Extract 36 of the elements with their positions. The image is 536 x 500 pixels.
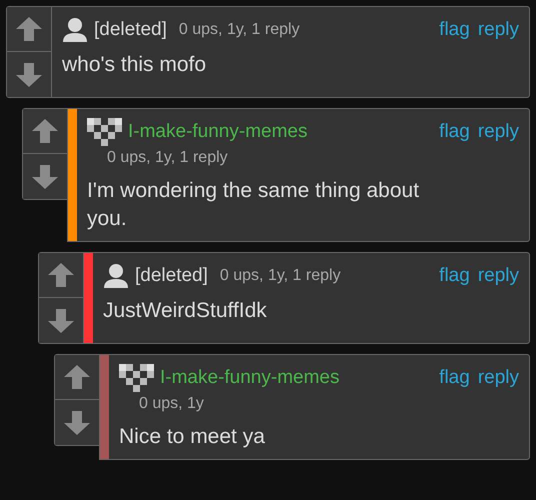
comment-meta: 0 ups, 1y xyxy=(139,395,204,412)
username[interactable]: I-make-funny-memes xyxy=(128,121,308,143)
action-link[interactable]: flag xyxy=(439,121,470,143)
pixel-heart-icon xyxy=(87,118,122,146)
username: [deleted] xyxy=(94,19,167,41)
down-arrow-icon xyxy=(16,62,42,86)
comment-text: Nice to meet ya xyxy=(119,424,266,450)
action-link[interactable]: reply xyxy=(478,121,519,143)
action-link[interactable]: flag xyxy=(439,265,470,287)
username: [deleted] xyxy=(135,265,208,287)
person-icon xyxy=(62,17,88,43)
down-arrow-icon xyxy=(32,164,58,188)
upvote-button[interactable] xyxy=(39,253,83,298)
comment-text: I'm wondering the same thing about you. xyxy=(87,178,420,232)
up-arrow-icon xyxy=(16,17,42,41)
up-arrow-icon xyxy=(64,365,90,389)
upvote-button[interactable] xyxy=(55,355,99,400)
username[interactable]: I-make-funny-memes xyxy=(160,367,340,389)
person-icon xyxy=(103,263,129,289)
pixel-heart-icon xyxy=(119,364,154,392)
down-arrow-icon xyxy=(48,308,74,332)
action-link[interactable]: flag xyxy=(439,367,470,389)
comment-text: who's this mofo xyxy=(62,52,208,78)
comment-meta: 0 ups, 1y, 1 reply xyxy=(178,21,300,39)
action-link[interactable]: reply xyxy=(478,265,519,287)
down-arrow-icon xyxy=(64,410,90,434)
up-arrow-icon xyxy=(48,263,74,287)
action-link[interactable]: reply xyxy=(478,19,519,41)
comment-meta: 0 ups, 1y, 1 reply xyxy=(220,267,341,285)
upvote-button[interactable] xyxy=(23,109,67,154)
comment-meta: 0 ups, 1y, 1 reply xyxy=(107,149,228,166)
up-arrow-icon xyxy=(32,119,58,143)
action-link[interactable]: flag xyxy=(439,19,470,41)
action-link[interactable]: reply xyxy=(478,367,519,389)
comment-text: JustWeirdStuffIdk xyxy=(103,298,268,324)
upvote-button[interactable] xyxy=(7,7,51,52)
